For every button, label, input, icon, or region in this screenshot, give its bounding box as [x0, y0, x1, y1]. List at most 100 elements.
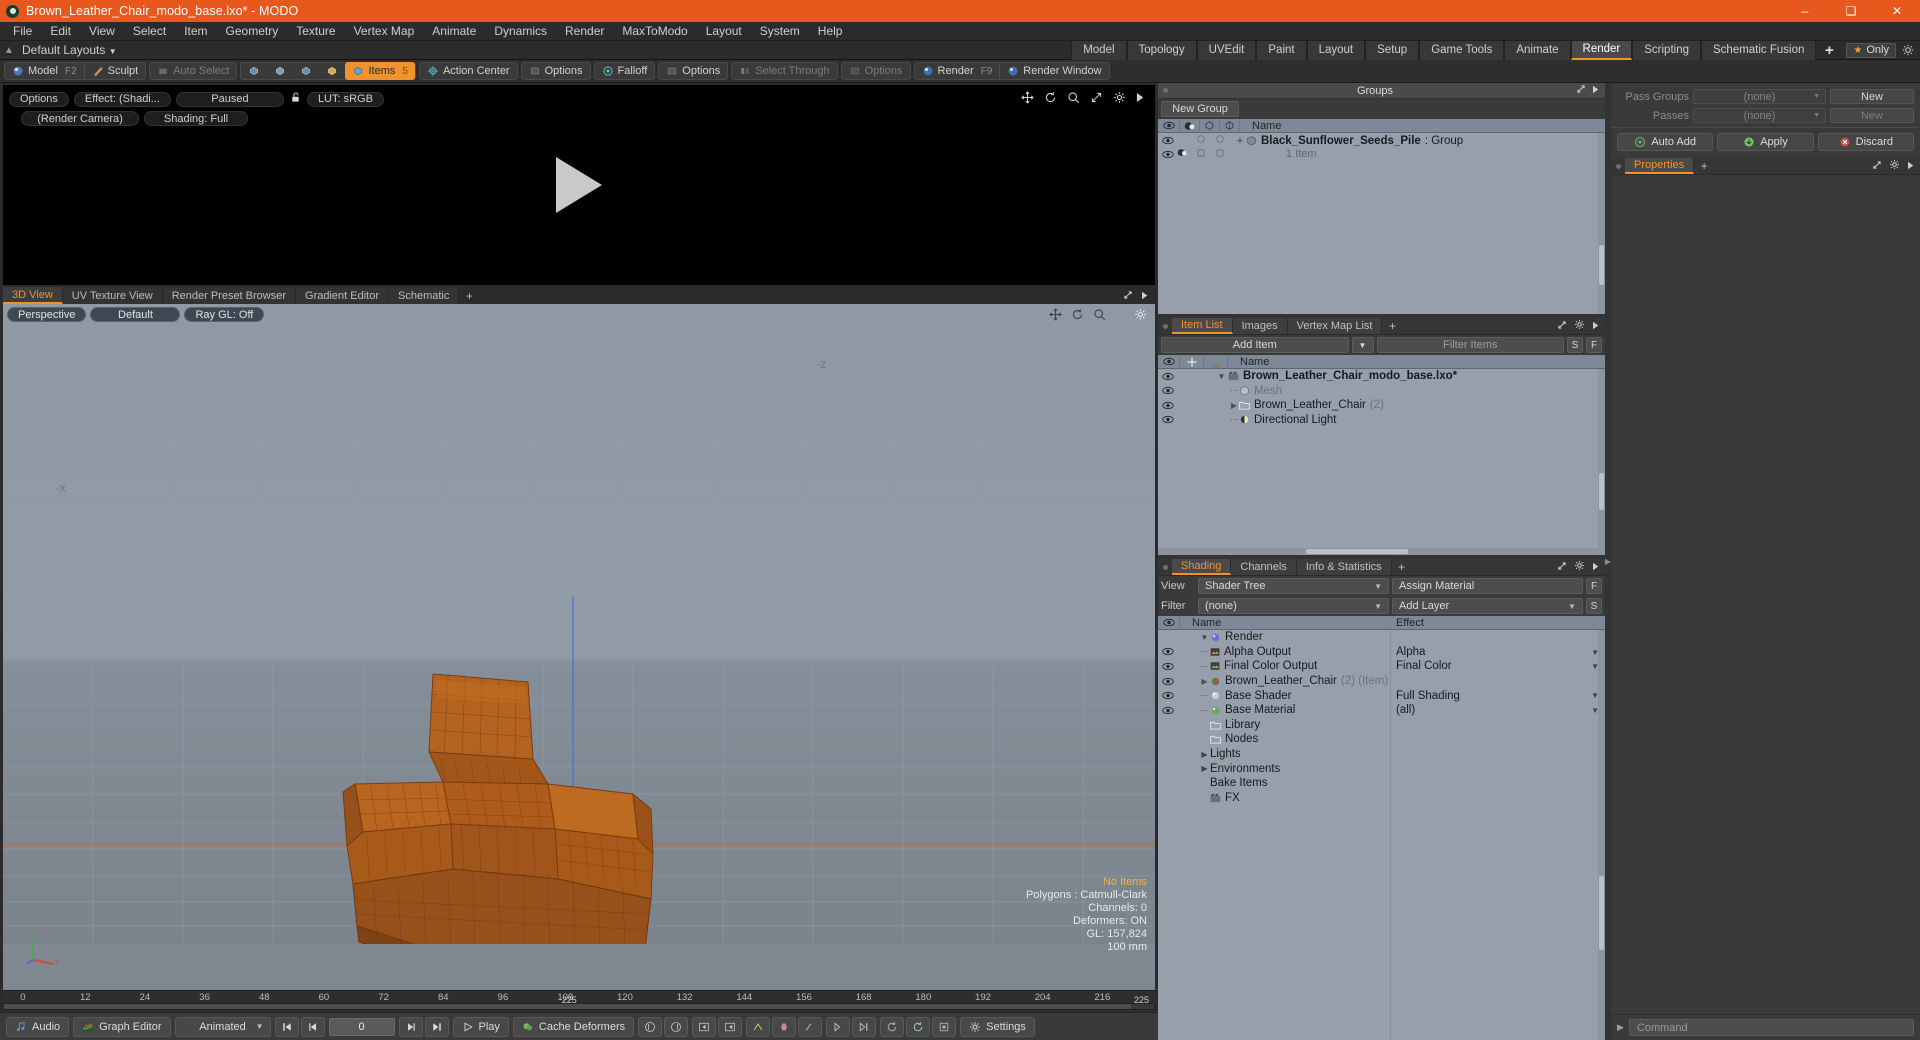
- play-arrow-icon[interactable]: [1141, 289, 1149, 303]
- menu-geometry[interactable]: Geometry: [217, 22, 288, 41]
- layout-tab-scripting[interactable]: Scripting: [1632, 40, 1701, 60]
- preview-play-overlay-icon[interactable]: [556, 157, 602, 213]
- tab-vertex-map-list[interactable]: Vertex Map List: [1287, 318, 1383, 334]
- tab-info-statistics[interactable]: Info & Statistics: [1296, 559, 1392, 575]
- shading-s-button[interactable]: S: [1586, 598, 1602, 614]
- deform-tool-1-button[interactable]: [638, 1016, 663, 1037]
- render-window-button[interactable]: Render Window: [1000, 63, 1108, 79]
- gear-icon[interactable]: [1902, 44, 1914, 56]
- menu-vertex-map[interactable]: Vertex Map: [345, 22, 424, 41]
- bake-tool-button[interactable]: [932, 1016, 957, 1037]
- options-button-1[interactable]: Options: [522, 63, 590, 79]
- preview-options-button[interactable]: Options: [9, 91, 69, 107]
- tab-channels[interactable]: Channels: [1231, 559, 1297, 575]
- properties-panel-body[interactable]: [1611, 175, 1920, 1014]
- tab-images[interactable]: Images: [1232, 318, 1288, 334]
- row-visibility-icon[interactable]: [1158, 150, 1177, 159]
- model-mode-button[interactable]: Model F2: [5, 63, 84, 79]
- menu-texture[interactable]: Texture: [287, 22, 344, 41]
- column-visibility-icon[interactable]: [1158, 615, 1180, 630]
- items-mode-button[interactable]: Items 5: [345, 62, 415, 80]
- tab-shading[interactable]: Shading: [1172, 559, 1232, 575]
- play-arrow-icon[interactable]: [1907, 159, 1915, 173]
- table-row[interactable]: ⋯ Alpha Output Alpha ▼: [1158, 645, 1605, 660]
- graph-editor-button[interactable]: Graph Editor: [73, 1016, 171, 1037]
- prev-key-button[interactable]: [692, 1016, 717, 1037]
- row-visibility-icon[interactable]: [1158, 386, 1177, 395]
- menu-maxtomodo[interactable]: MaxToModo: [613, 22, 696, 41]
- rotate-icon[interactable]: [1071, 308, 1084, 324]
- add-properties-tab-button[interactable]: +: [1694, 158, 1714, 174]
- layout-tab-topology[interactable]: Topology: [1126, 40, 1197, 60]
- layout-tab-setup[interactable]: Setup: [1365, 40, 1420, 60]
- timeline-range-bar[interactable]: [3, 1003, 1155, 1010]
- viewport-tab-3d-view[interactable]: 3D View: [3, 287, 63, 304]
- refresh-tool-button[interactable]: [880, 1016, 905, 1037]
- column-lock-icon[interactable]: [1200, 118, 1220, 133]
- table-row[interactable]: + Black_Sunflower_Seeds_Pile: Group: [1158, 133, 1605, 148]
- layout-tab-render[interactable]: Render: [1570, 40, 1633, 60]
- layout-tab-animate[interactable]: Animate: [1504, 40, 1571, 60]
- render-preview-viewport[interactable]: Options Effect: (Shadi... Paused LUT: sR…: [3, 85, 1155, 285]
- auto-add-button[interactable]: Auto Add: [1617, 133, 1714, 151]
- add-viewport-tab-button[interactable]: +: [459, 287, 479, 304]
- viewport-perspective-dropdown[interactable]: Perspective: [7, 307, 87, 322]
- pass-groups-dropdown[interactable]: (none) ▼: [1693, 89, 1826, 104]
- 3d-viewport[interactable]: Perspective Default Ray GL: Off -Z -X No…: [3, 304, 1155, 990]
- pan-icon[interactable]: [1021, 91, 1034, 104]
- column-visibility-icon[interactable]: [1158, 118, 1180, 133]
- vertical-scrollbar[interactable]: [1598, 133, 1605, 314]
- preview-lut-button[interactable]: LUT: sRGB: [306, 91, 384, 107]
- gear-icon[interactable]: [1574, 560, 1585, 574]
- animated-dropdown[interactable]: Animated ▼: [174, 1016, 271, 1037]
- table-row[interactable]: ▶ Brown_Leather_Chair (2) (Item): [1158, 674, 1605, 689]
- options-button-2[interactable]: Options: [659, 63, 727, 79]
- prev-key-2-button[interactable]: [718, 1016, 743, 1037]
- options-button-3[interactable]: Options: [842, 63, 910, 79]
- table-row[interactable]: ⋯ Final Color Output Final Color ▼: [1158, 659, 1605, 674]
- play-arrow-icon[interactable]: [1592, 319, 1600, 333]
- step-fwd-button[interactable]: [826, 1016, 851, 1037]
- table-row[interactable]: Nodes: [1158, 732, 1605, 747]
- table-row[interactable]: ▶ Lights: [1158, 747, 1605, 762]
- layout-tab-paint[interactable]: Paint: [1256, 40, 1307, 60]
- zoom-icon[interactable]: [1093, 308, 1106, 324]
- table-row[interactable]: ▶ Brown_Leather_Chair (2): [1158, 398, 1605, 413]
- current-frame-field[interactable]: 0: [328, 1017, 395, 1036]
- row-visibility-icon[interactable]: [1158, 372, 1177, 381]
- minimize-button[interactable]: –: [1782, 0, 1828, 22]
- view-dropdown[interactable]: Shader Tree ▼: [1198, 578, 1389, 594]
- pan-icon[interactable]: [1049, 308, 1062, 324]
- table-row[interactable]: ⋯ Base Shader Full Shading ▼: [1158, 688, 1605, 703]
- command-arrow-icon[interactable]: ▶: [1617, 1022, 1624, 1033]
- audio-button[interactable]: Audio: [6, 1016, 70, 1037]
- table-row[interactable]: FX: [1158, 791, 1605, 806]
- viewport-raygl-toggle[interactable]: Ray GL: Off: [184, 307, 265, 322]
- viewport-tab-schematic[interactable]: Schematic: [389, 287, 460, 304]
- layout-tab-game-tools[interactable]: Game Tools: [1419, 40, 1505, 60]
- column-axis-icon[interactable]: [1204, 354, 1228, 369]
- expand-icon[interactable]: [1123, 289, 1133, 303]
- deform-tool-2-button[interactable]: [664, 1016, 689, 1037]
- row-visibility-icon[interactable]: [1158, 691, 1177, 700]
- step-fwd-2-button[interactable]: [852, 1016, 877, 1037]
- fit-icon[interactable]: [1090, 91, 1103, 104]
- key-curve-button[interactable]: [798, 1016, 823, 1037]
- table-row[interactable]: ⋯ Base Material (all) ▼: [1158, 703, 1605, 718]
- row-visibility-icon[interactable]: [1158, 415, 1177, 424]
- menu-edit[interactable]: Edit: [41, 22, 80, 41]
- expand-icon[interactable]: [1557, 560, 1567, 574]
- close-button[interactable]: ✕: [1874, 0, 1920, 22]
- panel-handle-icon[interactable]: [1158, 318, 1172, 334]
- viewport-tab-gradient-editor[interactable]: Gradient Editor: [296, 287, 389, 304]
- table-row[interactable]: ▼ Brown_Leather_Chair_modo_base.lxo*: [1158, 369, 1605, 384]
- table-row[interactable]: Library: [1158, 718, 1605, 733]
- expand-icon[interactable]: [1872, 159, 1882, 173]
- column-render-icon[interactable]: [1180, 118, 1200, 133]
- play-arrow-icon[interactable]: [1592, 560, 1600, 574]
- menu-layout[interactable]: Layout: [697, 22, 751, 41]
- vertices-mode-button[interactable]: [241, 63, 267, 79]
- vertical-scrollbar[interactable]: [1598, 369, 1605, 555]
- timeline[interactable]: 0 12 24 36 48 60 72 84 96 108 120 132 144 156 168 180 19…: [3, 990, 1155, 1012]
- filter-items-input[interactable]: Filter Items: [1376, 337, 1564, 353]
